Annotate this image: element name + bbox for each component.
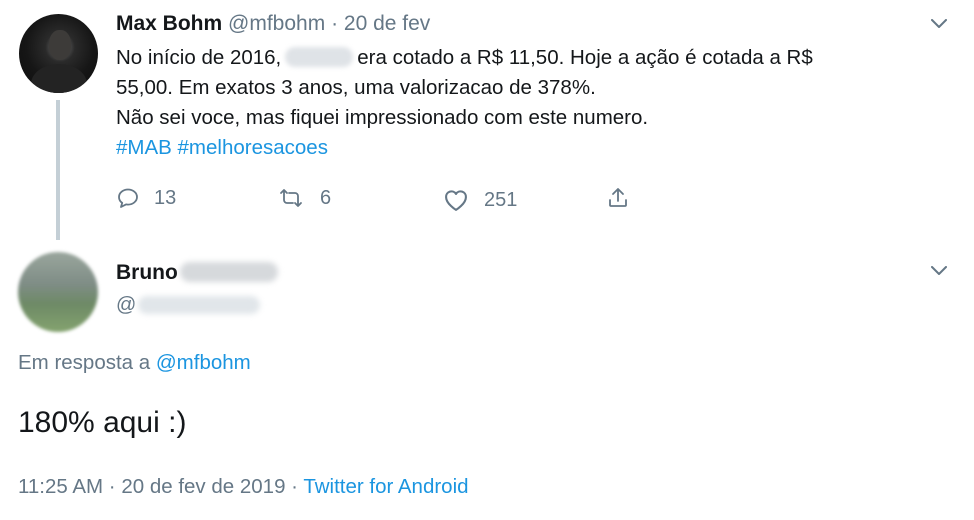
retweet-action[interactable]: 6 bbox=[276, 186, 331, 210]
avatar-max-bohm[interactable] bbox=[19, 14, 98, 93]
like-action[interactable]: 251 bbox=[442, 186, 517, 214]
chevron-down-icon[interactable] bbox=[931, 266, 947, 276]
tweet-actions: 13 6 251 bbox=[116, 186, 636, 218]
tweet-date[interactable]: 20 de fev bbox=[344, 12, 430, 35]
reply-source[interactable]: Twitter for Android bbox=[303, 475, 468, 498]
tweet-hashtags: #MAB #melhoresacoes bbox=[116, 133, 946, 163]
hashtag-mab[interactable]: #MAB bbox=[116, 136, 172, 159]
chevron-down-icon[interactable] bbox=[931, 19, 947, 29]
reply-author-name[interactable]: Bruno bbox=[116, 258, 278, 288]
tweet-line-3: Não sei voce, mas fiquei impressionado c… bbox=[116, 106, 649, 129]
avatar-bruno[interactable] bbox=[18, 252, 98, 332]
reply-bubble-icon bbox=[118, 188, 138, 208]
author-handle[interactable]: @mfbohm bbox=[228, 12, 325, 35]
avatar-shoulder bbox=[31, 64, 87, 93]
avatar-face bbox=[49, 30, 71, 60]
like-count: 251 bbox=[484, 188, 518, 211]
thread-connector-line bbox=[56, 100, 60, 240]
reply-action[interactable]: 13 bbox=[116, 186, 176, 210]
tweet-header: Max Bohm @mfbohm · 20 de fev bbox=[116, 9, 430, 39]
share-icon bbox=[609, 188, 627, 207]
heart-icon bbox=[445, 190, 467, 211]
reply-text: 180% aqui :) bbox=[18, 406, 187, 439]
handle-prefix: @ bbox=[116, 294, 137, 316]
in-reply-to-mention[interactable]: @mfbohm bbox=[156, 351, 251, 374]
in-reply-to: Em resposta a @mfbohm bbox=[18, 348, 251, 378]
tweet-line-1-end: era cotado a R$ 11,50. Hoje a ação é cot… bbox=[357, 46, 813, 69]
redacted-ticker bbox=[285, 47, 354, 67]
reply-count: 13 bbox=[154, 186, 177, 209]
in-reply-to-label: Em resposta a bbox=[18, 351, 151, 374]
tweet-line-1: No início de 2016, era cotado a R$ 11,50.… bbox=[116, 43, 946, 73]
reply-time[interactable]: 11:25 AM bbox=[18, 475, 103, 498]
header-separator: · bbox=[331, 12, 339, 35]
share-action[interactable] bbox=[606, 186, 630, 210]
reply-author-handle[interactable]: @ bbox=[116, 290, 261, 320]
redacted-handle bbox=[138, 296, 261, 314]
retweet-count: 6 bbox=[320, 186, 332, 209]
tweet-line-1-start: No início de 2016, bbox=[116, 46, 282, 69]
retweet-icon bbox=[280, 189, 302, 207]
hashtag-melhoresacoes[interactable]: #melhoresacoes bbox=[178, 136, 328, 159]
tweet-text: No início de 2016, era cotado a R$ 11,50.… bbox=[116, 43, 946, 163]
redacted-surname bbox=[179, 262, 278, 282]
meta-separator-2: · bbox=[291, 475, 298, 498]
author-name[interactable]: Max Bohm bbox=[116, 12, 222, 35]
meta-separator-1: · bbox=[108, 475, 116, 498]
reply-date[interactable]: 20 de fev de 2019 bbox=[121, 475, 285, 498]
tweet-line-2: 55,00. Em exatos 3 anos, uma valorizacao… bbox=[116, 76, 596, 99]
reply-meta: 11:25 AM · 20 de fev de 2019 · Twitter f… bbox=[18, 472, 469, 502]
reply-author-first-name: Bruno bbox=[116, 261, 178, 284]
